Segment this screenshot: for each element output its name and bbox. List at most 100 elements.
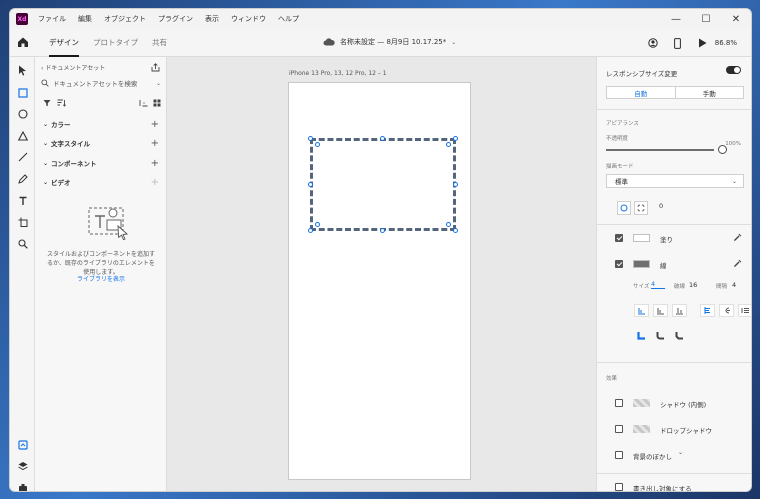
section-videos[interactable]: ⌄ ビデオ + (43, 176, 159, 188)
corner-radius-handle[interactable] (446, 222, 451, 227)
sort-icon[interactable] (57, 99, 66, 107)
filter-icon[interactable] (43, 99, 51, 107)
resize-handle[interactable] (308, 228, 313, 233)
corner-radius-handle[interactable] (446, 142, 451, 147)
asset-filter-bar (43, 99, 161, 109)
asset-search[interactable]: ドキュメントアセットを検索 ⌄ (41, 77, 161, 89)
responsive-resize-toggle[interactable] (726, 66, 741, 74)
breadcrumb[interactable]: ‹ ドキュメントアセット (41, 63, 105, 72)
mode-auto-button[interactable]: 自動 (607, 87, 676, 98)
line-tool-icon[interactable] (16, 150, 29, 163)
user-icon[interactable] (646, 36, 660, 50)
view-libraries-link[interactable]: ライブラリを表示 (47, 274, 155, 283)
section-character-styles[interactable]: ⌄ 文字スタイル + (43, 137, 159, 149)
corner-radius-handle[interactable] (315, 142, 320, 147)
cap-round-button[interactable] (719, 304, 734, 317)
menu-view[interactable]: 表示 (205, 14, 219, 24)
stroke-center-button[interactable] (653, 304, 668, 317)
zoom-level[interactable]: 86.8% (715, 39, 737, 47)
corner-same-radius-button[interactable] (617, 201, 631, 215)
corner-per-radius-button[interactable] (634, 201, 648, 215)
inner-shadow-checkbox[interactable] (615, 399, 623, 407)
resize-handle[interactable] (453, 136, 458, 141)
join-round-button[interactable] (653, 329, 668, 342)
plugins-icon[interactable] (16, 481, 29, 491)
dash-value[interactable]: 16 (689, 281, 697, 289)
text-tool-icon[interactable] (16, 194, 29, 207)
inner-shadow-swatch[interactable] (633, 399, 650, 407)
resize-handle[interactable] (308, 136, 313, 141)
tab-design[interactable]: デザイン (42, 29, 86, 57)
rectangle-tool-icon[interactable] (16, 86, 29, 99)
artboard-title[interactable]: iPhone 13 Pro, 13, 12 Pro, 12 – 1 (289, 70, 387, 77)
join-miter-button[interactable] (634, 329, 649, 342)
cap-square-button[interactable] (738, 304, 751, 317)
add-color-button[interactable]: + (151, 119, 159, 130)
background-blur-checkbox[interactable] (615, 451, 623, 459)
play-icon[interactable] (696, 36, 710, 50)
resize-handle[interactable] (380, 136, 385, 141)
stroke-outer-button[interactable] (672, 304, 687, 317)
mark-for-export-checkbox[interactable] (615, 483, 623, 491)
document-title[interactable]: 名称未設定 — 8月9日 10.17.25 * ⌄ (323, 37, 456, 47)
cap-butt-button[interactable] (700, 304, 715, 317)
design-canvas[interactable]: iPhone 13 Pro, 13, 12 Pro, 12 – 1 (167, 57, 596, 491)
drop-shadow-swatch[interactable] (633, 425, 650, 433)
drop-shadow-checkbox[interactable] (615, 425, 623, 433)
menu-file[interactable]: ファイル (38, 14, 66, 24)
opacity-value[interactable]: 100% (725, 141, 741, 147)
maximize-button[interactable]: ☐ (691, 9, 721, 29)
layers-icon[interactable] (16, 459, 29, 472)
close-button[interactable]: ✕ (721, 9, 751, 29)
add-video-button[interactable]: + (151, 177, 159, 188)
ellipse-tool-icon[interactable] (16, 107, 29, 120)
tab-prototype[interactable]: プロトタイプ (86, 29, 145, 57)
menu-object[interactable]: オブジェクト (104, 14, 146, 24)
border-checkbox[interactable] (615, 260, 623, 268)
menu-help[interactable]: ヘルプ (278, 14, 299, 24)
opacity-slider-track[interactable] (606, 149, 714, 151)
selected-rectangle[interactable] (310, 138, 456, 231)
stroke-size-input[interactable]: 4 (651, 280, 665, 289)
join-bevel-button[interactable] (672, 329, 687, 342)
home-icon[interactable] (16, 35, 30, 49)
minimize-button[interactable]: — (661, 9, 691, 29)
grid-view-icon[interactable] (153, 99, 161, 107)
resize-handle[interactable] (453, 228, 458, 233)
mode-manual-button[interactable]: 手動 (676, 87, 744, 98)
pen-tool-icon[interactable] (16, 172, 29, 185)
eyedropper-icon[interactable] (733, 233, 742, 242)
assets-panel-icon[interactable] (16, 438, 29, 451)
stroke-inner-button[interactable] (634, 304, 649, 317)
gap-value[interactable]: 4 (732, 281, 736, 289)
menu-plugins[interactable]: プラグイン (158, 14, 193, 24)
chevron-down-icon[interactable]: ⌄ (678, 449, 683, 456)
blend-mode-select[interactable]: 標準 ⌄ (606, 174, 744, 188)
artboard-tool-icon[interactable] (16, 215, 29, 228)
corner-radius-value[interactable]: 0 (659, 202, 663, 210)
tool-rail (10, 57, 35, 491)
share-export-icon[interactable] (151, 63, 160, 72)
fill-color-swatch[interactable] (633, 234, 650, 242)
border-color-swatch[interactable] (633, 260, 650, 268)
resize-handle[interactable] (380, 228, 385, 233)
tab-share[interactable]: 共有 (145, 29, 174, 57)
polygon-tool-icon[interactable] (16, 129, 29, 142)
select-tool-icon[interactable] (16, 64, 29, 77)
fill-checkbox[interactable] (615, 234, 623, 242)
add-character-style-button[interactable]: + (151, 138, 159, 149)
corner-radius-handle[interactable] (315, 222, 320, 227)
zoom-tool-icon[interactable] (16, 237, 29, 250)
eyedropper-icon[interactable] (733, 259, 742, 268)
list-view-icon[interactable] (139, 99, 148, 107)
menu-window[interactable]: ウィンドウ (231, 14, 266, 24)
artboard[interactable] (288, 82, 471, 480)
menu-edit[interactable]: 編集 (78, 14, 92, 24)
border-label: 線 (660, 262, 667, 270)
add-component-button[interactable]: + (151, 158, 159, 169)
resize-handle[interactable] (308, 182, 313, 187)
mobile-preview-icon[interactable] (671, 36, 685, 50)
section-components[interactable]: ⌄ コンポーネント + (43, 157, 159, 169)
section-colors[interactable]: ⌄ カラー + (43, 118, 159, 130)
resize-handle[interactable] (453, 182, 458, 187)
